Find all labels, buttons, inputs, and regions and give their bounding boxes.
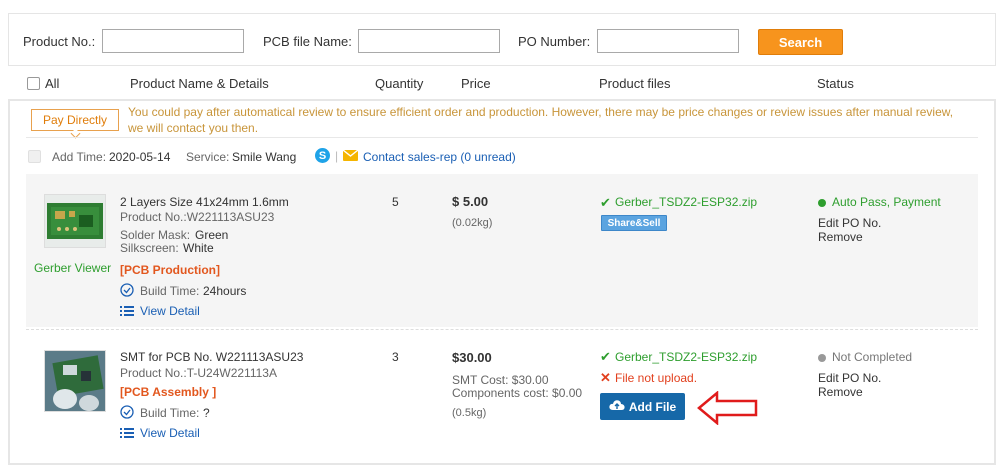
build-time-value: ?	[203, 406, 210, 420]
item-divider	[26, 329, 978, 330]
header-product: Product Name & Details	[130, 76, 269, 91]
status-label: Auto Pass, Payment	[832, 195, 941, 209]
select-all-checkbox[interactable]	[27, 77, 40, 90]
item-weight: (0.5kg)	[452, 407, 487, 419]
search-button[interactable]: Search	[758, 29, 843, 55]
po-number-input[interactable]	[597, 29, 739, 53]
service-label: Service:	[186, 150, 230, 164]
error-x-icon: ✕	[600, 370, 611, 385]
header-status: Status	[817, 76, 854, 91]
clock-icon	[120, 283, 134, 300]
add-time-label: Add Time:	[52, 150, 107, 164]
meta-separator: |	[335, 149, 339, 163]
status-label: Not Completed	[832, 350, 913, 364]
edit-po-link[interactable]: Edit PO No.	[818, 216, 881, 230]
status-text: Auto Pass, Payment	[818, 195, 941, 209]
item-quantity: 5	[392, 195, 399, 209]
item-type-tag: [PCB Assembly ]	[120, 385, 217, 399]
header-quantity: Quantity	[375, 76, 424, 91]
smt-cost: SMT Cost: $30.00	[452, 373, 549, 387]
view-detail-link[interactable]: View Detail	[140, 426, 200, 440]
skype-icon[interactable]: S	[315, 148, 330, 163]
assembly-thumbnail[interactable]	[44, 350, 106, 412]
pcb-file-label: PCB file Name:	[263, 34, 352, 49]
header-files: Product files	[599, 76, 671, 91]
item-price: $ 5.00	[452, 194, 489, 209]
gerber-file-link[interactable]: Gerber_TSDZ2-ESP32.zip	[615, 350, 757, 364]
divider	[26, 137, 978, 138]
pay-directly-tag: Pay Directly	[31, 109, 119, 131]
item-product-no: Product No.:W221113ASU23	[120, 210, 275, 224]
header-all: All	[45, 76, 60, 91]
gerber-viewer-link[interactable]: Gerber Viewer	[34, 261, 111, 275]
item-type-tag: [PCB Production]	[120, 263, 220, 277]
header-price: Price	[461, 76, 491, 91]
silkscreen-label: Silkscreen:	[120, 241, 179, 255]
list-icon	[120, 305, 134, 320]
pcb-thumbnail[interactable]	[44, 194, 106, 248]
components-cost: Components cost: $0.00	[452, 386, 583, 400]
build-time-value: 24hours	[203, 284, 247, 298]
share-sell-button[interactable]: Share&Sell	[601, 215, 667, 231]
add-file-label: Add File	[628, 399, 677, 414]
product-no-input[interactable]	[102, 29, 244, 53]
item-title: SMT for PCB No. W221113ASU23	[120, 350, 304, 364]
edit-po-link[interactable]: Edit PO No.	[818, 371, 881, 385]
item-weight: (0.02kg)	[452, 217, 493, 229]
remove-link[interactable]: Remove	[818, 385, 863, 399]
check-icon: ✔	[600, 349, 611, 364]
item-product-no: Product No.:T-U24W221113A	[120, 366, 277, 380]
build-time-label: Build Time:	[140, 406, 200, 420]
item-price: $30.00	[452, 350, 492, 365]
order-notice: You could pay after automatical review t…	[128, 105, 954, 135]
product-no-label: Product No.:	[23, 34, 96, 49]
clock-icon	[120, 405, 134, 422]
solder-mask-label: Solder Mask:	[120, 228, 191, 242]
status-text: Not Completed	[818, 350, 912, 364]
contact-sales-link[interactable]: Contact sales-rep (0 unread)	[363, 150, 516, 164]
arrow-left-icon	[697, 390, 759, 428]
mail-icon[interactable]	[342, 149, 359, 161]
pcb-file-input[interactable]	[358, 29, 500, 53]
gerber-file-link[interactable]: Gerber_TSDZ2-ESP32.zip	[615, 195, 757, 209]
order-checkbox[interactable]	[28, 150, 41, 163]
build-time-label: Build Time:	[140, 284, 200, 298]
check-icon: ✔	[600, 195, 611, 210]
remove-link[interactable]: Remove	[818, 230, 863, 244]
add-time-value: 2020-05-14	[109, 150, 171, 164]
item-quantity: 3	[392, 350, 399, 364]
po-number-label: PO Number:	[518, 34, 591, 49]
service-name: Smile Wang	[232, 150, 297, 164]
view-detail-link[interactable]: View Detail	[140, 304, 200, 318]
item-title: 2 Layers Size 41x24mm 1.6mm	[120, 195, 289, 209]
solder-mask-value: Green	[195, 228, 229, 242]
list-icon	[120, 427, 134, 442]
cloud-upload-icon	[609, 399, 625, 414]
add-file-button[interactable]: Add File	[600, 393, 685, 420]
file-missing-text: File not upload.	[615, 371, 698, 385]
silkscreen-value: White	[183, 241, 214, 255]
